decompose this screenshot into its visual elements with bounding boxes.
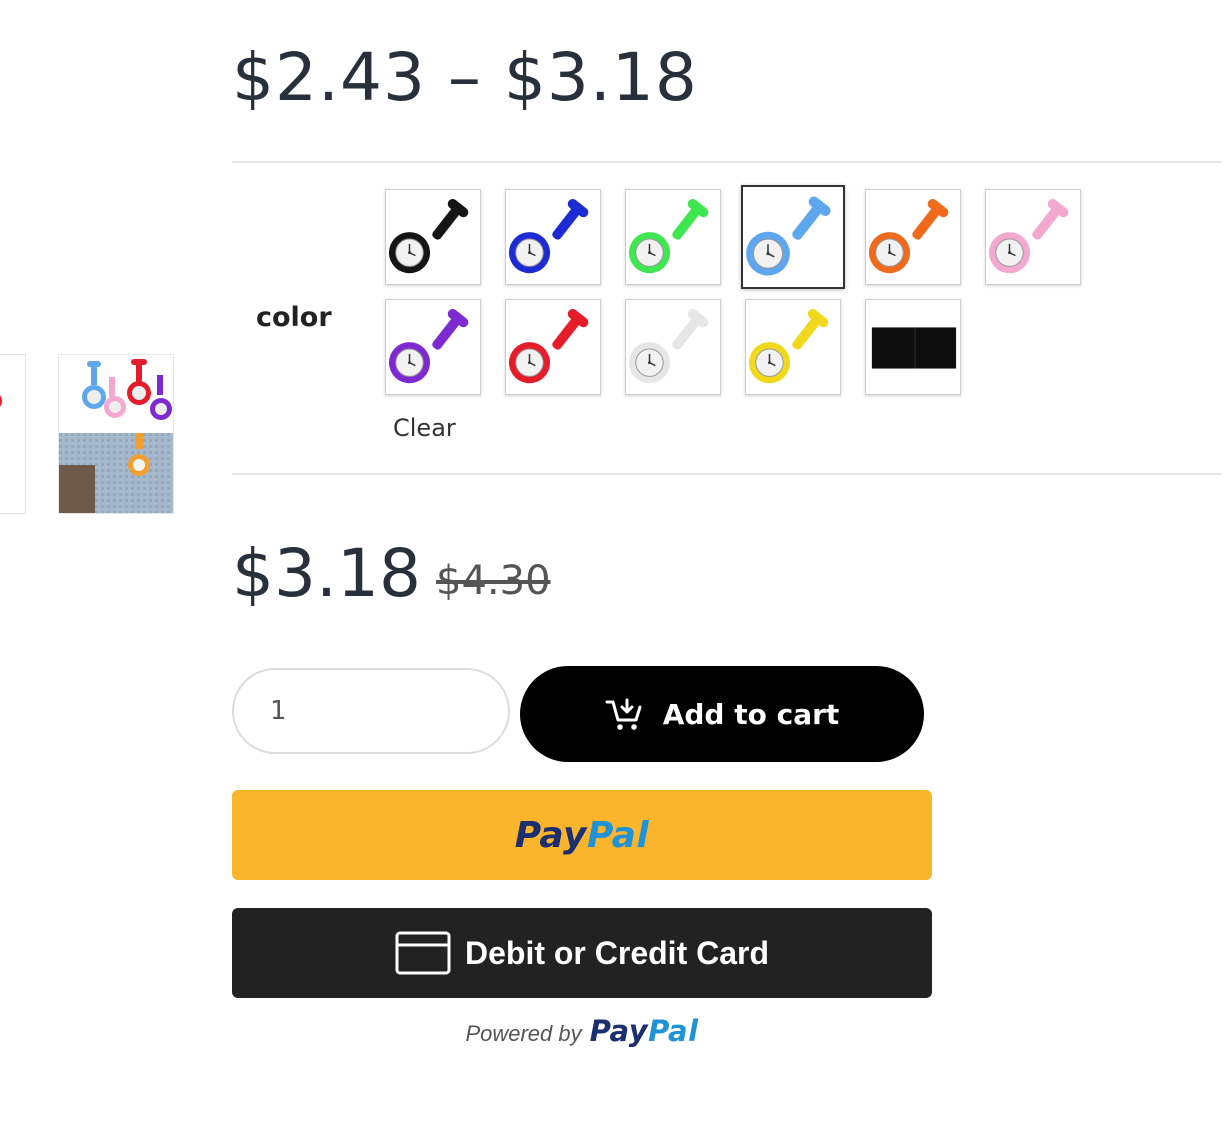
regular-price-strikethrough: $4.30 xyxy=(436,558,551,604)
swatch-red[interactable] xyxy=(505,299,601,395)
swatch-orange[interactable] xyxy=(865,189,961,285)
red-watch-thumbnail-image xyxy=(0,395,2,407)
add-to-cart-button[interactable]: Add to cart xyxy=(520,666,924,762)
swatch-blue[interactable] xyxy=(505,189,601,285)
gallery-thumbnail-collage[interactable] xyxy=(58,354,174,514)
orange-watch-image xyxy=(868,198,949,274)
purple-watch-image xyxy=(388,308,469,384)
green-watch-image xyxy=(628,198,709,274)
quantity-input[interactable] xyxy=(232,668,510,754)
watches-collage-image xyxy=(59,355,173,513)
cart-plus-icon xyxy=(605,698,642,730)
pink-watch-image xyxy=(988,198,1069,274)
powered-by-paypal: Powered by PayPal xyxy=(232,1014,932,1048)
sale-price: $3.18 xyxy=(232,535,421,612)
paypal-logo-pal: Pal xyxy=(587,814,650,856)
card-button-label: Debit or Credit Card xyxy=(464,934,770,971)
white-watch-image xyxy=(628,308,709,384)
paypal-logo-small-pal: Pal xyxy=(648,1014,699,1048)
swatch-pink[interactable] xyxy=(985,189,1081,285)
gallery-thumbnail-previous[interactable] xyxy=(0,354,26,514)
paypal-logo-small: PayPal xyxy=(590,1014,699,1048)
swatch-purple[interactable] xyxy=(385,299,481,395)
swatch-black[interactable] xyxy=(385,189,481,285)
credit-card-icon xyxy=(395,931,451,975)
paypal-logo: PayPal xyxy=(515,815,649,856)
debit-credit-card-button[interactable]: Debit or Credit Card xyxy=(232,908,932,998)
paypal-logo-small-pay: Pay xyxy=(589,1014,649,1048)
variation-label-color: color xyxy=(256,302,332,333)
paypal-button[interactable]: PayPal xyxy=(232,790,932,880)
red-watch-image xyxy=(508,308,589,384)
swatch-black-pouch[interactable] xyxy=(865,299,961,395)
swatch-green[interactable] xyxy=(625,189,721,285)
black-watch-image xyxy=(388,198,469,274)
blue-watch-image xyxy=(508,198,589,274)
swatch-light-blue[interactable] xyxy=(741,185,845,289)
paypal-logo-pay: Pay xyxy=(514,814,587,856)
swatch-yellow[interactable] xyxy=(745,299,841,395)
add-to-cart-label: Add to cart xyxy=(662,697,840,731)
black-pouch-watch-image xyxy=(871,327,957,369)
yellow-watch-image xyxy=(748,308,829,384)
swatch-white[interactable] xyxy=(625,299,721,395)
divider-bottom xyxy=(232,473,1222,475)
divider-top xyxy=(232,161,1222,163)
price-range: $2.43 – $3.18 xyxy=(232,39,698,116)
powered-by-text: Powered by xyxy=(465,1021,582,1046)
clear-variation-link[interactable]: Clear xyxy=(393,414,456,442)
light-blue-watch-image xyxy=(746,196,831,276)
